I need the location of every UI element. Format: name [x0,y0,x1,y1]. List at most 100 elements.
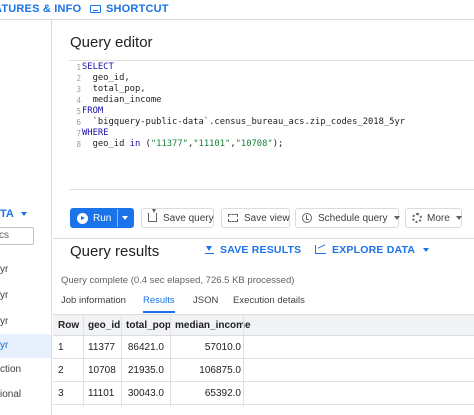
line-number: 4 [76,96,81,105]
chevron-down-icon[interactable] [122,216,128,220]
keyboard-icon [90,5,101,13]
cell-row: 3 [58,388,64,399]
chevron-down-icon [20,212,27,216]
line-number: 7 [76,129,81,138]
tab-execution-details[interactable]: Execution details [233,295,305,311]
query-toolbar: Run Save query Save view Schedule query … [69,208,474,230]
query-results-title: Query results [70,243,160,260]
cell-row: 1 [58,342,64,353]
cell-median-income: 106875.0 [199,365,241,376]
run-button[interactable]: Run [70,208,134,228]
save-results-label: SAVE RESULTS [220,244,302,256]
explore-data-label: EXPLORE DATA [332,244,416,256]
sql-editor[interactable]: 1 2 3 4 5 6 7 8 SELECT geo_id, total_pop… [69,60,474,190]
line-number: 6 [76,118,81,127]
download-icon [205,244,214,254]
save-query-label: Save query [163,213,214,224]
column-divider [243,314,244,406]
code-line: median_income [82,95,162,105]
tab-json[interactable]: JSON [193,295,218,311]
line-number: 3 [76,85,81,94]
chevron-down-icon [423,248,430,252]
more-label: More [427,213,450,224]
code-line: WHERE [82,128,109,138]
code-line: SELECT [82,62,114,72]
section-divider [53,238,474,239]
code-token: in [129,139,141,149]
column-header-geo-id: geo_id [88,320,121,331]
code-token: "11377" [150,139,188,149]
results-table-header: Row geo_id total_pop median_income [53,314,474,336]
column-divider [121,314,122,406]
code-line: geo_id in ("11377","11101","10708"); [82,139,284,149]
results-tabs: Job information Results JSON Execution d… [53,295,474,313]
code-token: ); [272,139,284,149]
sidebar-item[interactable]: yr [0,284,51,308]
line-number: 8 [76,140,81,149]
line-number: 2 [76,74,81,83]
sidebar-item-selected[interactable]: yr [0,334,51,358]
view-icon [228,214,238,222]
column-divider [83,314,84,406]
code-line: FROM [82,106,104,116]
tab-job-information[interactable]: Job information [61,295,126,311]
line-numbers: 1 2 3 4 5 6 7 8 [69,61,81,189]
cell-geo-id: 11101 [88,388,115,399]
sidebar-data-header[interactable]: TA [0,208,27,220]
download-icon [148,209,157,222]
cell-geo-id: 10708 [88,365,116,376]
run-divider [117,209,118,227]
explore-data-button[interactable]: EXPLORE DATA [315,244,430,256]
top-bar: ATURES & INFO SHORTCUT [0,0,474,20]
cell-geo-id: 11377 [88,342,116,353]
shortcut-label: SHORTCUT [106,3,169,15]
cell-total-pop: 30043.0 [127,388,164,399]
cell-median-income: 57010.0 [204,342,241,353]
chevron-down-icon [455,216,462,220]
gear-icon [412,213,422,223]
play-icon [77,213,88,224]
tab-results[interactable]: Results [143,295,175,313]
more-button[interactable]: More [405,208,462,228]
line-number: 1 [76,63,81,72]
query-status: Query complete (0.4 sec elapsed, 726.5 K… [61,275,295,286]
code-token: "11101" [193,139,231,149]
sidebar-search-input[interactable]: cs [0,227,34,245]
chevron-down-icon [393,216,400,220]
code-token: "10708" [235,139,273,149]
query-editor-title: Query editor [70,34,153,51]
schedule-query-label: Schedule query [318,213,388,224]
code-line: `bigquery-public-data`.census_bureau_acs… [82,117,406,127]
column-header-total-pop: total_pop [126,320,171,331]
save-query-button[interactable]: Save query [141,208,214,228]
code-line: total_pop, [82,84,146,94]
code-token: geo_id [82,139,130,149]
schedule-query-button[interactable]: Schedule query [295,208,400,228]
save-results-button[interactable]: SAVE RESULTS [205,244,301,256]
sidebar-item[interactable]: ction [0,358,51,382]
explorer-sidebar: TA cs yr yr yr yr ction ional [0,20,52,415]
table-row: 3 11101 30043.0 65392.0 [53,382,474,405]
column-header-median-income: median_income [175,320,251,331]
line-number: 5 [76,107,81,116]
sidebar-data-label: TA [0,208,14,220]
sidebar-item[interactable]: yr [0,258,51,282]
cell-row: 2 [58,365,64,376]
column-header-row: Row [58,320,80,331]
sidebar-item[interactable]: ional [0,383,51,407]
table-row: 1 11377 86421.0 57010.0 [53,336,474,359]
shortcut-link[interactable]: SHORTCUT [90,3,169,15]
bigquery-console: ATURES & INFO SHORTCUT TA cs yr yr yr yr… [0,0,474,415]
sidebar-item[interactable]: yr [0,310,51,334]
cell-median-income: 65392.0 [204,388,241,399]
column-divider [170,314,171,406]
main-panel: Query editor 1 2 3 4 5 6 7 8 SELECT geo_… [53,20,474,415]
run-label: Run [93,213,112,224]
cell-total-pop: 21935.0 [127,365,164,376]
save-view-button[interactable]: Save view [221,208,290,228]
save-view-label: Save view [244,213,290,224]
clock-icon [302,213,312,223]
table-row: 2 10708 21935.0 106875.0 [53,359,474,382]
features-info-link[interactable]: ATURES & INFO [0,3,81,15]
code-line: geo_id, [82,73,130,83]
